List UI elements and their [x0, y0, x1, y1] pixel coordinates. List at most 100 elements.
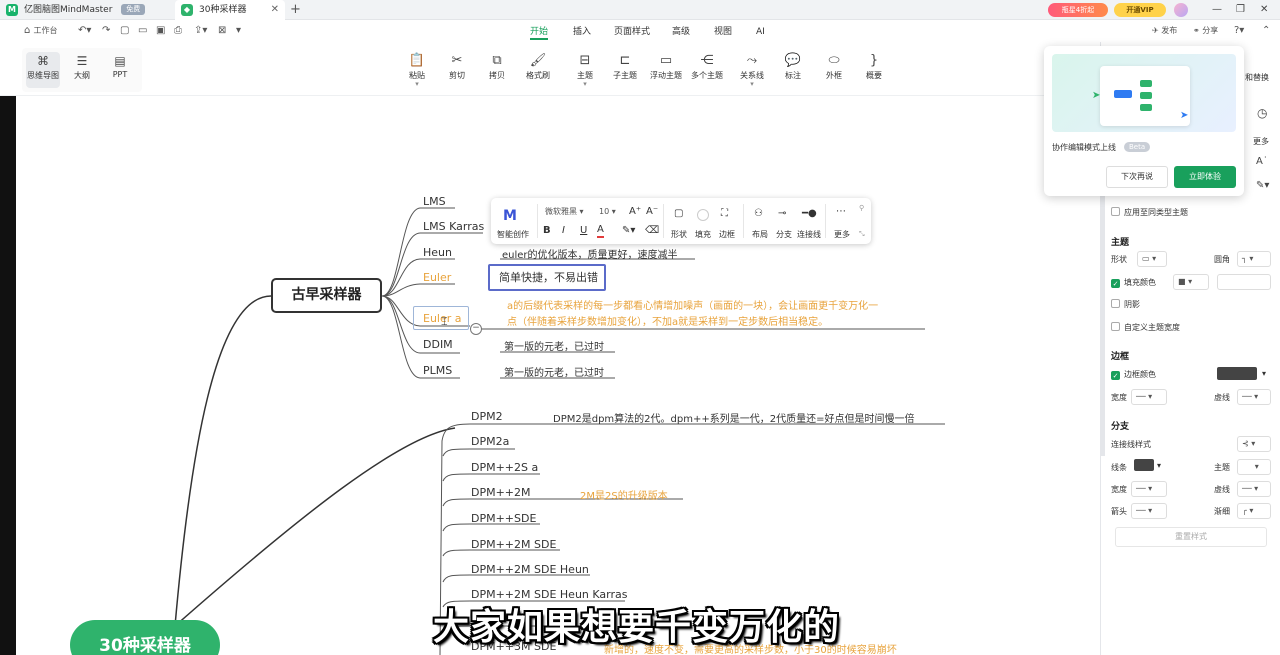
line-color-dropdown-icon[interactable]: ▾	[1157, 461, 1161, 470]
shadow-option[interactable]: 阴影	[1111, 299, 1140, 310]
node-plms[interactable]: PLMS	[423, 364, 452, 377]
copy-button[interactable]: ⧉ 拷贝	[475, 52, 519, 81]
restore-icon[interactable]: ❐	[1236, 0, 1245, 20]
border-dash-select[interactable]: ── ▾	[1237, 389, 1271, 405]
menu-start[interactable]: 开始	[530, 24, 549, 40]
menu-insert[interactable]: 插入	[573, 24, 591, 40]
try-now-button[interactable]: 立即体验	[1174, 166, 1236, 188]
find-replace-label[interactable]: 和替换	[1245, 72, 1269, 83]
connector-style-select[interactable]: ⊰ ▾	[1237, 436, 1271, 452]
fill-color-select[interactable]: ■ ▾	[1173, 274, 1209, 290]
history-icon[interactable]: ◷	[1257, 106, 1267, 120]
fill-color-swatch[interactable]	[1217, 274, 1271, 290]
redo-icon[interactable]: ↷	[102, 22, 110, 40]
collapse-ribbon-icon[interactable]: ⌃	[1262, 22, 1270, 40]
node-ddim[interactable]: DDIM	[423, 338, 453, 351]
menu-advanced[interactable]: 高级	[672, 24, 690, 40]
arrow-select[interactable]: ── ▾	[1131, 503, 1167, 519]
shape-icon[interactable]: ▢	[674, 208, 683, 219]
multiple-topics-button[interactable]: ⋲ 多个主题	[685, 52, 729, 81]
menu-view[interactable]: 视图	[714, 24, 732, 40]
vip-button[interactable]: 开通VIP	[1114, 3, 1166, 17]
close-tab-icon[interactable]: ✕	[271, 0, 279, 20]
node-dpmpp-2m-sde[interactable]: DPM++2M SDE	[471, 538, 556, 551]
clear-format-icon[interactable]: ⌫	[645, 225, 659, 236]
app-tab[interactable]: M 亿图脑图MindMaster 免费	[0, 0, 170, 20]
italic-button[interactable]: I	[562, 225, 565, 236]
brush-panel-icon[interactable]: ✎▾	[1256, 180, 1269, 191]
branch-width-select[interactable]: ── ▾	[1131, 481, 1167, 497]
border-icon[interactable]: ⛶	[721, 208, 728, 219]
branch-dash-select[interactable]: ── ▾	[1237, 481, 1271, 497]
share-file-icon[interactable]: ⊠	[218, 22, 226, 40]
line-color-swatch[interactable]	[1134, 459, 1154, 471]
apply-same-option[interactable]: 应用至同类型主题	[1111, 207, 1188, 218]
node-dpmpp-2m-sde-heun[interactable]: DPM++2M SDE Heun	[471, 563, 589, 576]
format-painter-button[interactable]: 🖌 格式刷	[516, 52, 560, 81]
border-color-dropdown-icon[interactable]: ▾	[1262, 369, 1266, 378]
layout-button-label[interactable]: 布局	[752, 229, 768, 240]
fill-icon[interactable]	[697, 209, 709, 221]
new-file-icon[interactable]: ▢	[120, 22, 129, 40]
branch-icon[interactable]: ⊸	[778, 208, 786, 219]
collapse-toggle-icon[interactable]: −	[470, 323, 482, 335]
doc-tab[interactable]: ◆ 30种采样器 ✕	[175, 0, 285, 20]
node-dpmpp-2m[interactable]: DPM++2M	[471, 486, 531, 499]
note-euler-a-line1[interactable]: a的后缀代表采样的每一步都看心情增加噪声（画面的一块），会让画面更千变万化一	[507, 297, 878, 312]
node-heun[interactable]: Heun	[423, 246, 452, 259]
fill-button-label[interactable]: 填充	[695, 229, 711, 240]
more-label[interactable]: 更多	[1253, 136, 1269, 147]
relationship-button[interactable]: ⤳ 关系线 ▾	[730, 52, 774, 88]
open-folder-icon[interactable]: ▭	[138, 22, 147, 40]
resize-handle-icon[interactable]: ⤡	[859, 230, 865, 239]
root-node[interactable]: 30种采样器	[70, 620, 220, 655]
undo-icon[interactable]: ↶▾	[78, 22, 91, 40]
node-dpmpp-sde[interactable]: DPM++SDE	[471, 512, 536, 525]
workspace-button[interactable]: ⌂ 工作台	[24, 22, 58, 40]
note-euler-a-line2[interactable]: 点（伴随着采样步数增加变化），不加a就是采样到一定步数后相当稳定。	[507, 313, 828, 328]
theme-color-select[interactable]: ▾	[1237, 459, 1271, 475]
promo-badge[interactable]: 瓶星4折起	[1048, 3, 1108, 17]
callout-button[interactable]: 💬 标注	[771, 52, 815, 81]
note-plms[interactable]: 第一版的元老，已过时	[504, 364, 604, 379]
taper-select[interactable]: ╭ ▾	[1237, 503, 1271, 519]
underline-button[interactable]: U	[580, 225, 587, 236]
note-heun[interactable]: euler的优化版本，质量更好，速度减半	[502, 246, 678, 261]
font-family-select[interactable]: 微软雅黑 ▾	[541, 205, 591, 221]
node-dpmpp-2s-a[interactable]: DPM++2S a	[471, 461, 538, 474]
branch-button-label[interactable]: 分支	[776, 229, 792, 240]
avatar[interactable]	[1174, 3, 1188, 17]
note-euler-selected[interactable]: 简单快捷，不易出错	[488, 264, 606, 291]
main-topic-node[interactable]: 古早采样器	[271, 278, 382, 313]
boundary-button[interactable]: ⬭ 外框	[812, 52, 856, 81]
highlight-icon[interactable]: ✎▾	[622, 225, 635, 236]
node-lms-karras[interactable]: LMS Karras	[423, 220, 484, 233]
minimize-icon[interactable]: —	[1212, 0, 1222, 20]
reset-style-button[interactable]: 重置样式	[1115, 527, 1267, 547]
topic-button[interactable]: ⊟ 主题 ▾	[563, 52, 607, 88]
node-lms[interactable]: LMS	[423, 195, 446, 208]
share-button[interactable]: ⚭ 分享	[1193, 22, 1218, 40]
connector-button-label[interactable]: 连接线	[797, 229, 821, 240]
view-outline[interactable]: ☰ 大纲	[65, 52, 99, 81]
border-color-swatch[interactable]	[1217, 367, 1257, 380]
menu-page-style[interactable]: 页面样式	[614, 24, 650, 40]
publish-button[interactable]: ✈ 发布	[1152, 22, 1177, 40]
font-size-select[interactable]: 10 ▾	[595, 205, 623, 221]
corner-select[interactable]: ┐ ▾	[1237, 251, 1271, 267]
node-euler[interactable]: Euler	[423, 271, 451, 284]
connector-icon[interactable]: ━●	[802, 208, 817, 219]
border-color-option[interactable]: ✓ 边框颜色	[1111, 369, 1156, 380]
node-dpm2a[interactable]: DPM2a	[471, 435, 509, 448]
custom-width-option[interactable]: 自定义主题宽度	[1111, 322, 1180, 333]
floating-topic-button[interactable]: ▭ 浮动主题	[644, 52, 688, 81]
cut-button[interactable]: ✂ 剪切	[435, 52, 479, 81]
view-ppt[interactable]: ▤ PPT	[103, 52, 137, 79]
print-icon[interactable]: ⎙	[174, 22, 182, 40]
font-style-icon[interactable]: A˙	[1256, 156, 1268, 167]
close-window-icon[interactable]: ✕	[1260, 0, 1268, 20]
more-quick-icon[interactable]: ▾	[236, 22, 241, 40]
note-dpm2[interactable]: DPM2是dpm算法的2代。dpm++系列是一代，2代质量还=好点但是时间慢一倍	[553, 410, 914, 425]
shape-select[interactable]: ▭ ▾	[1137, 251, 1167, 267]
more-icon[interactable]: ⋯	[836, 206, 846, 217]
